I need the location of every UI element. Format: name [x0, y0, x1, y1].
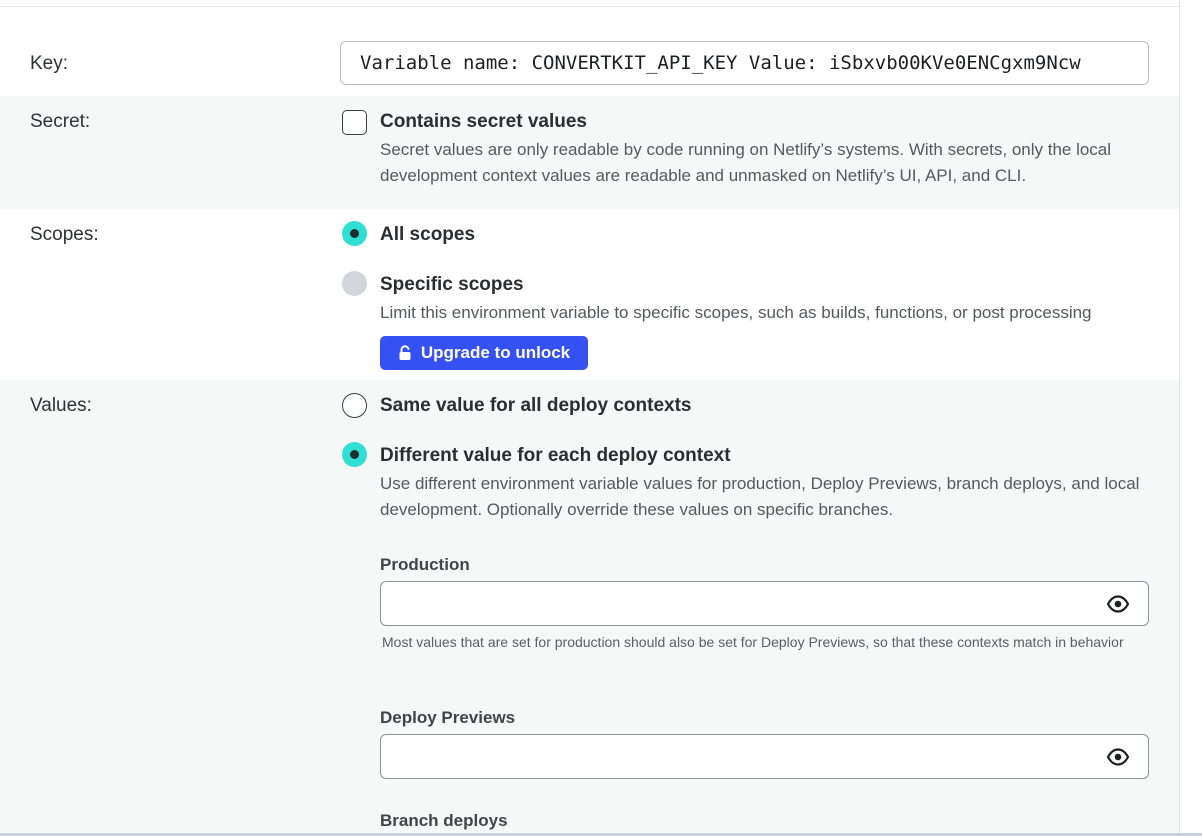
eye-icon[interactable]	[1106, 747, 1130, 767]
env-variable-form: Key: Variable name: CONVERTKIT_API_KEY V…	[0, 0, 1180, 836]
lock-icon	[399, 345, 411, 360]
specific-scopes-description: Limit this environment variable to speci…	[380, 303, 1092, 322]
eye-icon[interactable]	[1106, 594, 1130, 614]
production-value-input[interactable]	[380, 581, 1149, 626]
upgrade-to-unlock-button[interactable]: Upgrade to unlock	[380, 336, 588, 370]
same-value-radio[interactable]	[342, 393, 367, 418]
specific-scopes-radio[interactable]	[342, 271, 367, 296]
production-label: Production	[380, 555, 470, 574]
production-help-text: Most values that are set for production …	[382, 634, 1124, 650]
all-scopes-radio[interactable]	[342, 221, 367, 246]
same-value-label[interactable]: Same value for all deploy contexts	[380, 395, 692, 417]
deploy-previews-value-input[interactable]	[380, 734, 1149, 779]
secret-description: Secret values are only readable by code …	[380, 140, 1112, 185]
different-value-radio[interactable]	[342, 442, 367, 467]
secret-checkbox-label[interactable]: Contains secret values	[380, 111, 587, 133]
key-label: Key:	[30, 53, 69, 74]
deploy-previews-label: Deploy Previews	[380, 708, 516, 727]
different-value-label[interactable]: Different value for each deploy context	[380, 445, 731, 467]
secret-checkbox[interactable]	[342, 110, 367, 135]
upgrade-button-label: Upgrade to unlock	[420, 343, 571, 362]
divider	[1179, 0, 1180, 836]
secret-label: Secret:	[30, 111, 91, 132]
all-scopes-label[interactable]: All scopes	[380, 224, 475, 246]
different-value-description: Use different environment variable value…	[380, 474, 1140, 519]
specific-scopes-label[interactable]: Specific scopes	[380, 274, 524, 296]
values-label: Values:	[30, 395, 92, 416]
branch-deploys-label: Branch deploys	[380, 811, 508, 830]
key-input[interactable]: Variable name: CONVERTKIT_API_KEY Value:…	[340, 41, 1149, 85]
scopes-label: Scopes:	[30, 224, 99, 245]
divider	[0, 6, 1180, 7]
